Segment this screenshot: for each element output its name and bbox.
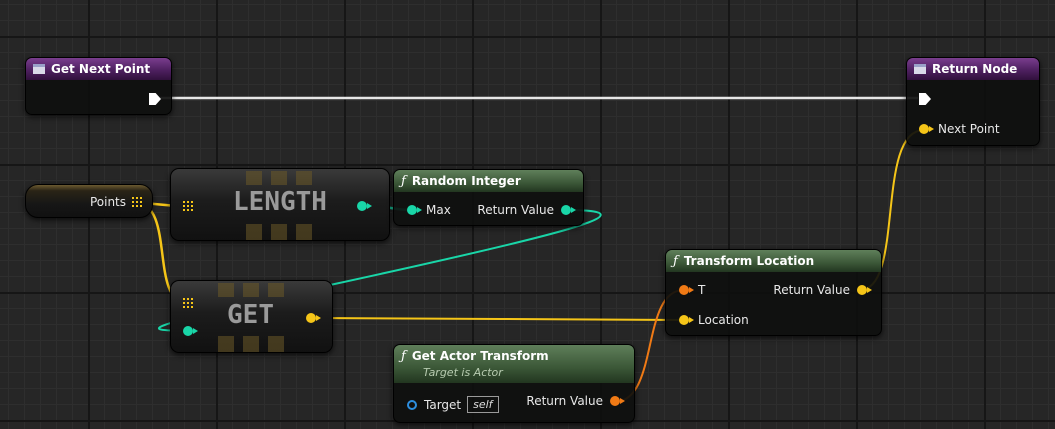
random-integer-title: Random Integer <box>411 174 521 188</box>
target-pin[interactable] <box>407 399 417 410</box>
transform-location-node[interactable]: ƒ Transform Location T Return Value Loca… <box>665 249 882 336</box>
points-pin-row[interactable]: Points <box>90 195 142 209</box>
get-next-point-node[interactable]: Get Next Point <box>25 57 172 115</box>
length-deco-2 <box>271 171 287 185</box>
return-node[interactable]: Return Node Next Point <box>906 57 1040 146</box>
get-actor-transform-title: Get Actor Transform <box>411 349 549 363</box>
target-default-field[interactable]: self <box>467 396 499 413</box>
get-actor-transform-subtitle: Target is Actor <box>423 366 503 379</box>
next-point-label: Next Point <box>938 122 1000 136</box>
random-integer-node[interactable]: ƒ Random Integer Max Return Value <box>393 169 584 226</box>
actor-transform-return-label: Return Value <box>526 394 603 408</box>
get-next-point-header: Get Next Point <box>26 58 171 80</box>
length-deco-1 <box>246 171 262 185</box>
points-variable-node[interactable]: Points <box>25 184 153 218</box>
length-out-pin[interactable] <box>357 201 372 211</box>
location-pin[interactable] <box>679 315 694 325</box>
transform-return-row[interactable]: Return Value <box>773 283 872 297</box>
target-pin-row[interactable]: Target self <box>407 396 499 413</box>
exec-in-pin[interactable] <box>919 93 931 105</box>
return-node-header: Return Node <box>907 58 1039 80</box>
get-deco-5 <box>243 336 259 352</box>
length-node[interactable]: LENGTH <box>170 168 390 241</box>
get-deco-6 <box>268 336 284 352</box>
random-return-pin[interactable] <box>561 205 576 215</box>
get-out-pin[interactable] <box>306 313 321 323</box>
actor-transform-return-pin[interactable] <box>610 396 625 406</box>
transform-location-title: Transform Location <box>683 254 815 268</box>
get-node[interactable]: GET <box>170 280 333 353</box>
get-deco-4 <box>218 336 234 352</box>
location-pin-row[interactable]: Location <box>679 313 749 327</box>
t-pin-row[interactable]: T <box>679 283 705 297</box>
length-title: LENGTH <box>233 187 327 217</box>
t-label: T <box>698 283 706 297</box>
function-icon: ƒ <box>401 349 406 364</box>
max-pin[interactable] <box>407 205 422 215</box>
t-pin[interactable] <box>679 285 694 295</box>
target-label: Target <box>424 397 462 412</box>
points-label: Points <box>89 195 126 209</box>
random-return-row[interactable]: Return Value <box>477 203 576 217</box>
get-deco-1 <box>218 283 234 297</box>
length-array-in-pin[interactable] <box>183 201 193 211</box>
array-pin-icon[interactable] <box>132 197 142 207</box>
get-actor-transform-node[interactable]: ƒ Get Actor Transform Target is Actor Ta… <box>393 344 635 423</box>
get-next-point-title: Get Next Point <box>51 62 151 76</box>
transform-location-header: ƒ Transform Location <box>666 250 881 272</box>
max-label: Max <box>426 203 451 217</box>
max-pin-row[interactable]: Max <box>407 203 451 217</box>
length-deco-5 <box>271 224 287 240</box>
length-deco-6 <box>296 224 312 240</box>
transform-return-pin[interactable] <box>857 285 872 295</box>
next-point-pin-row[interactable]: Next Point <box>919 122 1000 136</box>
get-index-in-pin[interactable] <box>183 326 198 336</box>
next-point-pin[interactable] <box>919 124 934 134</box>
length-deco-3 <box>296 171 312 185</box>
actor-transform-return-row[interactable]: Return Value <box>526 394 625 408</box>
return-node-title: Return Node <box>932 62 1018 76</box>
entry-node-icon <box>914 64 926 74</box>
random-integer-header: ƒ Random Integer <box>394 170 583 192</box>
function-icon: ƒ <box>673 253 678 269</box>
exec-out-pin[interactable] <box>149 93 161 105</box>
get-deco-2 <box>243 283 259 297</box>
function-icon: ƒ <box>401 173 406 189</box>
entry-node-icon <box>33 64 45 74</box>
transform-return-label: Return Value <box>773 283 850 297</box>
location-label: Location <box>698 313 749 327</box>
random-return-label: Return Value <box>477 203 554 217</box>
wire-get-to-location <box>311 317 685 321</box>
get-deco-3 <box>268 283 284 297</box>
length-deco-4 <box>246 224 262 240</box>
get-array-in-pin[interactable] <box>183 298 193 308</box>
